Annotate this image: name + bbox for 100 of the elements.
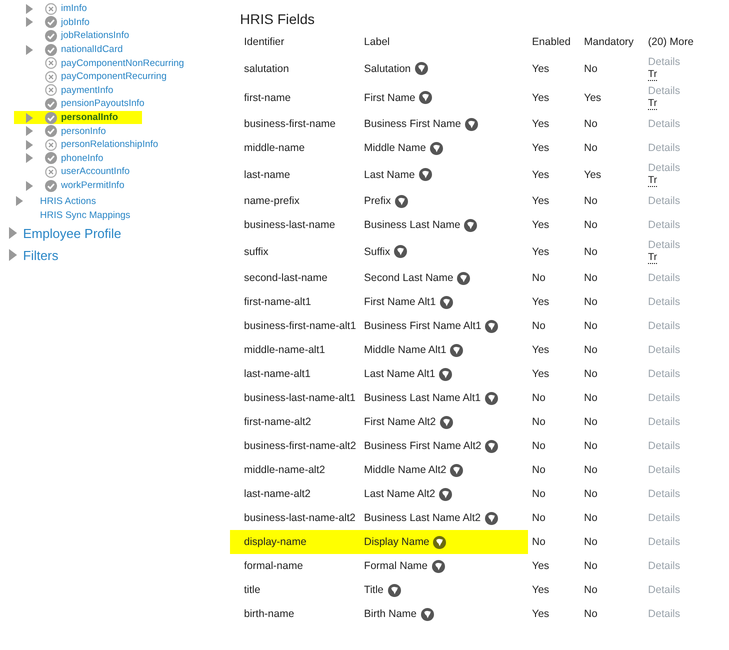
table-cell: business-last-name-alt2 bbox=[230, 506, 360, 530]
table-cell-text: No bbox=[583, 117, 598, 132]
details-link[interactable]: Details bbox=[648, 608, 694, 620]
table-cell-text: No bbox=[531, 271, 546, 286]
table-cell-text: business-last-name bbox=[243, 218, 336, 233]
expand-arrow-icon[interactable] bbox=[9, 227, 17, 240]
details-link[interactable]: Details bbox=[648, 118, 694, 130]
tree-item[interactable]: phoneInfo bbox=[14, 152, 142, 166]
table-cell-text: No bbox=[583, 367, 598, 382]
tree-item[interactable]: pensionPayoutsInfo bbox=[14, 97, 144, 111]
details-link[interactable]: Details bbox=[648, 344, 694, 356]
table-cell-text: No bbox=[531, 391, 546, 406]
table-cell-text: business-first-name bbox=[243, 117, 337, 132]
column-header: (20) More bbox=[647, 35, 695, 50]
table-cell-text: No bbox=[583, 244, 598, 260]
table-cell-text: No bbox=[583, 415, 598, 430]
tree-item[interactable]: nationalIdCard bbox=[14, 42, 142, 56]
expand-arrow-icon[interactable] bbox=[26, 180, 33, 191]
details-link[interactable]: Details bbox=[648, 464, 694, 476]
tree-item[interactable]: jobInfo bbox=[14, 16, 142, 30]
table-cell-text: Yes bbox=[531, 343, 550, 358]
translation-link[interactable]: Tr bbox=[648, 69, 658, 81]
tree-item[interactable]: payComponentNonRecurring bbox=[14, 56, 184, 70]
table-cell-text: middle-name bbox=[243, 141, 306, 156]
table-cell-text: No bbox=[531, 319, 546, 334]
table-cell-text: No bbox=[583, 295, 598, 310]
section-title: HRIS Fields bbox=[240, 11, 316, 27]
details-link[interactable]: Details bbox=[648, 416, 694, 428]
details-link[interactable]: Details bbox=[648, 584, 694, 596]
tree-item[interactable]: personRelationshipInfo bbox=[14, 138, 158, 152]
table-cell-text: Yes bbox=[531, 218, 550, 233]
tree-item[interactable]: payComponentRecurring bbox=[14, 70, 167, 84]
details-link[interactable]: Details bbox=[648, 142, 694, 154]
tree-item[interactable]: workPermitInfo bbox=[14, 178, 142, 192]
details-link[interactable]: Details bbox=[648, 219, 694, 231]
translation-link[interactable]: Tr bbox=[648, 175, 658, 187]
details-link[interactable]: Details bbox=[648, 392, 694, 404]
field-label: Title bbox=[364, 584, 384, 596]
field-label: Formal Name bbox=[364, 560, 428, 572]
table-cell-text: No bbox=[583, 559, 598, 574]
details-link[interactable]: Details bbox=[648, 320, 694, 332]
tree-item[interactable]: personInfo bbox=[14, 124, 142, 138]
details-link[interactable]: Details bbox=[648, 368, 694, 380]
table-cell-text: Yes bbox=[531, 194, 550, 209]
table-cell-text: Yes bbox=[531, 295, 550, 310]
table-cell-text: No bbox=[583, 535, 598, 550]
expand-arrow-icon[interactable] bbox=[26, 44, 33, 55]
section-header[interactable]: Employee Profile bbox=[23, 226, 122, 241]
expand-arrow-icon[interactable] bbox=[16, 196, 23, 206]
table-cell-text: Yes bbox=[583, 168, 602, 182]
details-link[interactable]: Details bbox=[648, 440, 694, 452]
table-cell-text: No bbox=[583, 194, 598, 209]
table-cell-text: Yes bbox=[531, 607, 550, 622]
field-label: Business Last Name Alt2 bbox=[364, 512, 481, 524]
field-label: Second Last Name bbox=[364, 272, 454, 284]
tree-item[interactable]: imInfo bbox=[14, 2, 142, 16]
details-link[interactable]: Details bbox=[648, 85, 694, 97]
field-label: Last Name Alt1 bbox=[364, 368, 436, 380]
details-link[interactable]: Details bbox=[648, 195, 694, 207]
expand-arrow-icon[interactable] bbox=[26, 4, 33, 14]
field-label: Prefix bbox=[364, 195, 391, 207]
expand-arrow-icon[interactable] bbox=[26, 126, 33, 136]
tree-item[interactable]: userAccountInfo bbox=[14, 165, 142, 179]
details-link[interactable]: Details bbox=[648, 272, 694, 284]
expand-arrow-icon[interactable] bbox=[26, 140, 33, 150]
section-header[interactable]: Filters bbox=[23, 248, 58, 263]
expand-arrow-icon[interactable] bbox=[26, 153, 33, 164]
tree-item[interactable]: HRIS Actions bbox=[16, 194, 96, 208]
table-cell: formal-name bbox=[230, 554, 360, 578]
details-link[interactable]: Details bbox=[648, 239, 694, 251]
table-cell-text: middle-name-alt1 bbox=[243, 343, 326, 358]
translation-link[interactable]: Tr bbox=[648, 98, 658, 110]
table-cell-text: No bbox=[583, 218, 598, 233]
expand-arrow-icon[interactable] bbox=[26, 17, 33, 28]
details-link[interactable]: Details bbox=[648, 488, 694, 500]
translation-link[interactable]: Tr bbox=[648, 252, 658, 264]
table-cell-text: title bbox=[243, 583, 262, 598]
table-cell-text: Yes bbox=[531, 90, 550, 106]
details-link[interactable]: Details bbox=[648, 536, 694, 548]
details-link[interactable]: Details bbox=[648, 56, 694, 68]
tree-item[interactable]: paymentInfo bbox=[14, 84, 142, 98]
table-cell-text: suffix bbox=[243, 244, 270, 260]
table-cell-text: No bbox=[583, 487, 598, 502]
details-link[interactable]: Details bbox=[648, 162, 694, 174]
table-cell-text: last-name bbox=[243, 168, 292, 182]
table-cell-text: second-last-name bbox=[243, 271, 328, 286]
details-link[interactable]: Details bbox=[648, 560, 694, 572]
field-label: Business Last Name Alt1 bbox=[364, 392, 481, 404]
tree-item[interactable]: HRIS Sync Mappings bbox=[16, 208, 130, 222]
expand-arrow-icon[interactable] bbox=[9, 249, 17, 262]
tree-item[interactable]: jobRelationsInfo bbox=[14, 29, 142, 43]
table-cell-text: Yes bbox=[531, 583, 550, 598]
tree-item[interactable]: personalInfo bbox=[14, 110, 142, 124]
expand-arrow-icon[interactable] bbox=[26, 112, 33, 123]
details-link[interactable]: Details bbox=[648, 296, 694, 308]
details-link[interactable]: Details bbox=[648, 512, 694, 524]
table-cell-text: middle-name-alt2 bbox=[243, 463, 326, 478]
table-cell-text: business-first-name-alt2 bbox=[243, 439, 358, 454]
table-cell-text: No bbox=[531, 439, 546, 454]
table-cell: No bbox=[528, 506, 580, 530]
